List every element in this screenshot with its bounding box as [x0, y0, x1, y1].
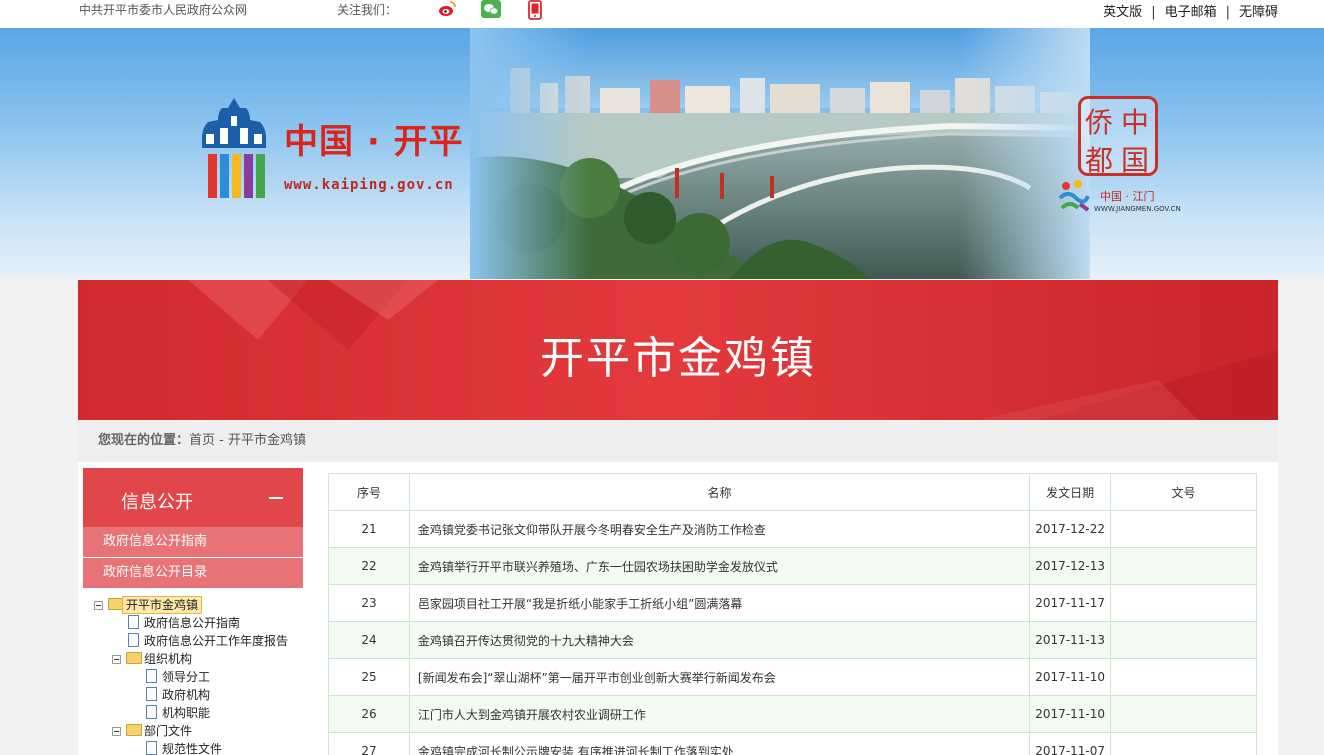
breadcrumb-label: 您现在的位置：	[98, 433, 190, 448]
jiangmen-url: WWW.JIANGMEN.GOV.CN	[1094, 205, 1181, 213]
cell-doc-number	[1110, 584, 1257, 622]
follow-label: 关注我们：	[337, 3, 398, 17]
table-row: 26 江门市人大到金鸡镇开展农村农业调研工作 2017-11-10	[328, 695, 1257, 733]
tree-node-label[interactable]: 部门文件	[144, 722, 192, 740]
banner-fade-left	[470, 28, 590, 279]
cell-title-link[interactable]: 金鸡镇完成河长制公示牌安装 有序推进河长制工作落到实处	[408, 732, 1031, 755]
cell-doc-number	[1110, 621, 1257, 659]
cell-number: 21	[328, 510, 410, 548]
cell-doc-number	[1110, 547, 1257, 585]
cell-number: 27	[328, 732, 410, 755]
table-row: 22 金鸡镇举行开平市联兴养殖场、广东一仕园农场扶困助学金发放仪式 2017-1…	[328, 547, 1257, 585]
sidebar-link-catalog[interactable]: 政府信息公开目录	[83, 558, 303, 588]
cell-number: 23	[328, 584, 410, 622]
cell-date: 2017-12-22	[1029, 510, 1112, 548]
table-row: 27 金鸡镇完成河长制公示牌安装 有序推进河长制工作落到实处 2017-11-0…	[328, 732, 1257, 755]
wechat-icon[interactable]	[481, 0, 501, 18]
document-icon	[146, 669, 157, 683]
tree-node-label[interactable]: 政府机构	[162, 686, 210, 704]
cell-title-link[interactable]: 金鸡镇召开传达贯彻党的十九大精神大会	[408, 621, 1031, 659]
banner-fade-right	[960, 28, 1090, 279]
cell-date: 2017-11-10	[1029, 695, 1112, 733]
document-icon	[146, 705, 157, 719]
weibo-icon[interactable]	[438, 0, 456, 18]
mobile-icon[interactable]	[528, 0, 542, 20]
site-name: 中共开平市委市人民政府公众网	[79, 3, 248, 17]
top-bar: 中共开平市委市人民政府公众网 关注我们： 英文版 | 电子邮箱 | 无障碍	[0, 0, 1324, 28]
cell-doc-number	[1110, 510, 1257, 548]
cell-doc-number	[1110, 658, 1257, 696]
main-content: 信息公开 政府信息公开指南 政府信息公开目录 开平市金鸡镇 政府信息公开指南 政…	[78, 462, 1278, 755]
col-header-date: 发文日期	[1029, 473, 1112, 511]
tree-node-label[interactable]: 机构职能	[162, 704, 210, 722]
cell-title-link[interactable]: 金鸡镇举行开平市联兴养殖场、广东一仕园农场扶困助学金发放仪式	[408, 547, 1031, 585]
cell-number: 22	[328, 547, 410, 585]
seal-char-4: 国	[1121, 144, 1150, 177]
document-table: 序号 名称 发文日期 文号 21 金鸡镇党委书记张文仰带队开展今冬明春安全生产及…	[328, 473, 1257, 755]
sidebar-heading[interactable]: 信息公开	[83, 468, 303, 528]
accessibility-link[interactable]: 无障碍	[1239, 1, 1278, 20]
table-header-row: 序号 名称 发文日期 文号	[328, 473, 1257, 511]
tree-node-label[interactable]: 政府信息公开指南	[144, 614, 240, 632]
document-icon	[146, 687, 157, 701]
breadcrumb-sep: -	[215, 433, 228, 448]
table-row: 25 [新闻发布会]“翠山湖杯”第一届开平市创业创新大赛举行新闻发布会 2017…	[328, 658, 1257, 696]
cell-title-link[interactable]: 邑家园项目社工开展“我是折纸小能家手工折纸小组”圆满落幕	[408, 584, 1031, 622]
table-row: 21 金鸡镇党委书记张文仰带队开展今冬明春安全生产及消防工作检查 2017-12…	[328, 510, 1257, 548]
seal-char-2: 中	[1121, 106, 1150, 139]
cell-date: 2017-12-13	[1029, 547, 1112, 585]
logo-title[interactable]: 中国 · 开平	[284, 114, 464, 163]
cell-title-link[interactable]: 金鸡镇党委书记张文仰带队开展今冬明春安全生产及消防工作检查	[408, 510, 1031, 548]
tree-node-label[interactable]: 组织机构	[144, 650, 192, 668]
cell-title-link[interactable]: [新闻发布会]“翠山湖杯”第一届开平市创业创新大赛举行新闻发布会	[408, 658, 1031, 696]
cell-date: 2017-11-13	[1029, 621, 1112, 659]
cell-number: 26	[328, 695, 410, 733]
seal-char-3: 都	[1085, 144, 1114, 177]
document-icon	[146, 741, 157, 755]
seal-char-1: 侨	[1085, 106, 1114, 139]
col-header-name: 名称	[408, 473, 1031, 511]
col-header-number: 序号	[328, 473, 410, 511]
page-title: 开平市金鸡镇	[540, 333, 816, 384]
tree-toggle-icon[interactable]	[112, 727, 121, 736]
cell-date: 2017-11-17	[1029, 584, 1112, 622]
breadcrumb: 您现在的位置：首页 - 开平市金鸡镇	[78, 420, 1278, 462]
tree-toggle-icon[interactable]	[94, 601, 103, 610]
table-row: 24 金鸡镇召开传达贯彻党的十九大精神大会 2017-11-13	[328, 621, 1257, 659]
english-version-link[interactable]: 英文版	[1103, 1, 1142, 20]
document-icon	[128, 633, 139, 647]
email-link[interactable]: 电子邮箱	[1165, 1, 1217, 20]
section-title-bar: 开平市金鸡镇	[78, 280, 1278, 420]
sidebar-heading-label: 信息公开	[121, 492, 193, 513]
sidebar-link-guide[interactable]: 政府信息公开指南	[83, 527, 303, 557]
tree-node-label[interactable]: 规范性文件	[162, 740, 222, 755]
cell-date: 2017-11-10	[1029, 658, 1112, 696]
cell-date: 2017-11-07	[1029, 732, 1112, 755]
qiao-du-zhong-guo-seal[interactable]: 侨 中 都 国	[1078, 96, 1158, 177]
tree-node-label[interactable]: 政府信息公开工作年度报告	[144, 632, 288, 650]
tree-toggle-icon[interactable]	[112, 655, 121, 664]
kaiping-logo-emblem-icon[interactable]	[200, 98, 268, 202]
cell-doc-number	[1110, 732, 1257, 755]
cell-number: 25	[328, 658, 410, 696]
logo-url: www.kaiping.gov.cn	[284, 177, 454, 193]
header-banner: 中国 · 开平 www.kaiping.gov.cn 侨 中 都 国 中国 · …	[0, 28, 1324, 279]
folder-open-icon	[126, 652, 142, 664]
collapse-icon[interactable]	[269, 497, 283, 499]
col-header-doc-number: 文号	[1110, 473, 1257, 511]
cell-doc-number	[1110, 695, 1257, 733]
breadcrumb-home[interactable]: 首页	[189, 433, 215, 448]
jiangmen-logo-icon[interactable]	[1056, 178, 1092, 214]
folder-open-icon	[126, 724, 142, 736]
document-icon	[128, 615, 139, 629]
cell-number: 24	[328, 621, 410, 659]
tree-node-label[interactable]: 开平市金鸡镇	[122, 596, 203, 614]
cell-title-link[interactable]: 江门市人大到金鸡镇开展农村农业调研工作	[408, 695, 1031, 733]
breadcrumb-current[interactable]: 开平市金鸡镇	[228, 433, 306, 448]
jiangmen-name: 中国 · 江门	[1100, 190, 1155, 203]
tree-node-label[interactable]: 领导分工	[162, 668, 210, 686]
table-row: 23 邑家园项目社工开展“我是折纸小能家手工折纸小组”圆满落幕 2017-11-…	[328, 584, 1257, 622]
top-links: 英文版 | 电子邮箱 | 无障碍	[1103, 1, 1278, 20]
